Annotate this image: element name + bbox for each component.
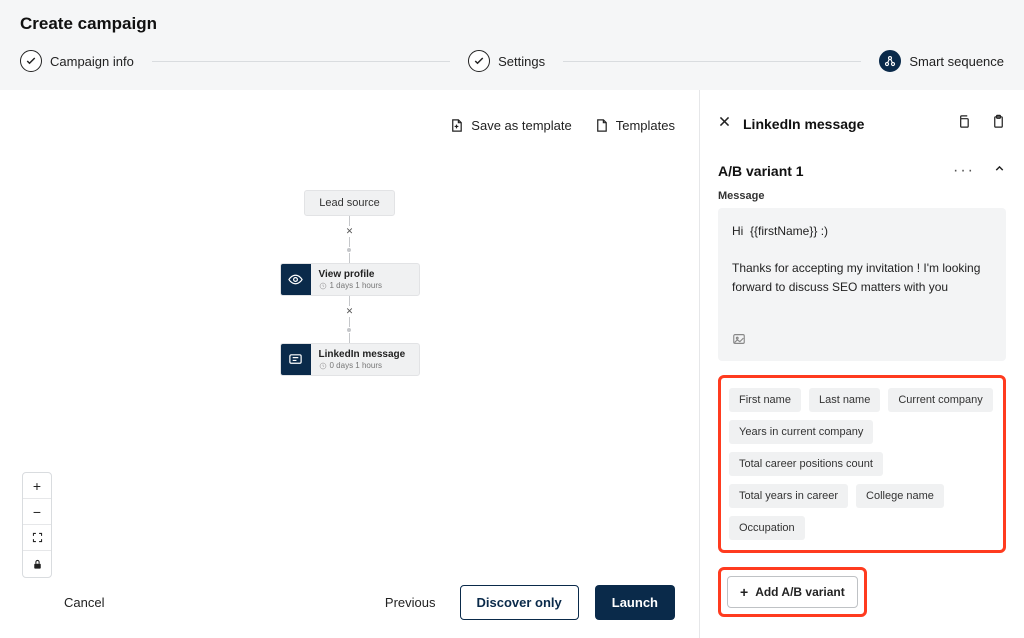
add-ab-variant-button[interactable]: + Add A/B variant [727,576,858,608]
message-icon [281,344,311,375]
tag-last-name[interactable]: Last name [809,388,880,412]
fit-button[interactable] [23,525,51,551]
message-label: Message [718,190,1006,202]
lead-source-node[interactable]: Lead source [304,190,395,216]
step-label: Campaign info [50,54,134,69]
node-title: View profile [319,269,411,280]
tag-current-company[interactable]: Current company [888,388,992,412]
canvas-toolbar: Save as template Templates [449,118,675,133]
side-panel: LinkedIn message A/B variant 1 ··· Messa… [700,90,1024,638]
previous-button[interactable]: Previous [377,595,444,610]
discover-only-button[interactable]: Discover only [460,585,579,620]
panel-title: LinkedIn message [743,116,936,132]
copy-button[interactable] [956,114,971,134]
step-label: Smart sequence [909,54,1004,69]
node-meta: 1 days 1 hours [330,281,382,290]
header: Create campaign Campaign info Settings S… [0,0,1024,90]
sequence-canvas[interactable]: Save as template Templates Lead source ✕… [0,90,700,638]
node-meta: 0 days 1 hours [330,361,382,370]
zoom-out-button[interactable]: − [23,499,51,525]
lock-button[interactable] [23,551,51,577]
variable-tags: First name Last name Current company Yea… [729,388,995,540]
canvas-footer: Cancel Previous Discover only Launch [0,585,699,620]
plus-icon: + [740,585,748,599]
toolbar-label: Templates [616,118,675,133]
step-connector [563,61,861,62]
step-smart-sequence[interactable]: Smart sequence [879,50,1004,72]
zoom-controls: + − [22,472,52,578]
main: Save as template Templates Lead source ✕… [0,90,1024,638]
toolbar-label: Save as template [471,118,571,133]
tag-total-positions[interactable]: Total career positions count [729,452,883,476]
stepper-wizard: Campaign info Settings Smart sequence [20,50,1004,72]
step-connector [152,61,450,62]
message-editor[interactable]: Hi {{firstName}} :) Thanks for accepting… [718,208,1006,361]
step-settings[interactable]: Settings [468,50,545,72]
add-variant-label: Add A/B variant [755,585,845,599]
message-text[interactable]: Hi {{firstName}} :) Thanks for accepting… [732,222,992,322]
zoom-in-button[interactable]: + [23,473,51,499]
connector: ✕ [346,216,354,263]
tag-college-name[interactable]: College name [856,484,944,508]
save-as-template-button[interactable]: Save as template [449,118,571,133]
cancel-button[interactable]: Cancel [64,595,104,610]
variant-title: A/B variant 1 [718,163,953,179]
sequence-icon [879,50,901,72]
view-profile-node[interactable]: View profile 1 days 1 hours [280,263,420,296]
check-icon [20,50,42,72]
launch-button[interactable]: Launch [595,585,675,620]
tag-years-in-company[interactable]: Years in current company [729,420,873,444]
linkedin-message-node[interactable]: LinkedIn message 0 days 1 hours ⠿ [280,343,420,376]
tag-total-years[interactable]: Total years in career [729,484,848,508]
more-menu-button[interactable]: ··· [953,162,975,180]
page-title: Create campaign [20,14,1004,34]
tag-occupation[interactable]: Occupation [729,516,805,540]
flow: Lead source ✕ View profile 1 days 1 hour… [280,190,420,376]
collapse-button[interactable] [993,162,1006,180]
paste-button[interactable] [991,114,1006,134]
variant-header: A/B variant 1 ··· [718,162,1006,180]
step-label: Settings [498,54,545,69]
tag-first-name[interactable]: First name [729,388,801,412]
close-button[interactable] [718,115,731,133]
check-icon [468,50,490,72]
node-title: LinkedIn message [319,349,411,360]
add-variant-area: + Add A/B variant [718,567,1006,617]
eye-icon [281,264,311,295]
connector: ✕ [346,296,354,343]
panel-header: LinkedIn message [718,114,1006,134]
image-attach-button[interactable] [732,333,746,350]
step-campaign-info[interactable]: Campaign info [20,50,134,72]
templates-button[interactable]: Templates [594,118,675,133]
variable-tags-highlight: First name Last name Current company Yea… [718,375,1006,553]
